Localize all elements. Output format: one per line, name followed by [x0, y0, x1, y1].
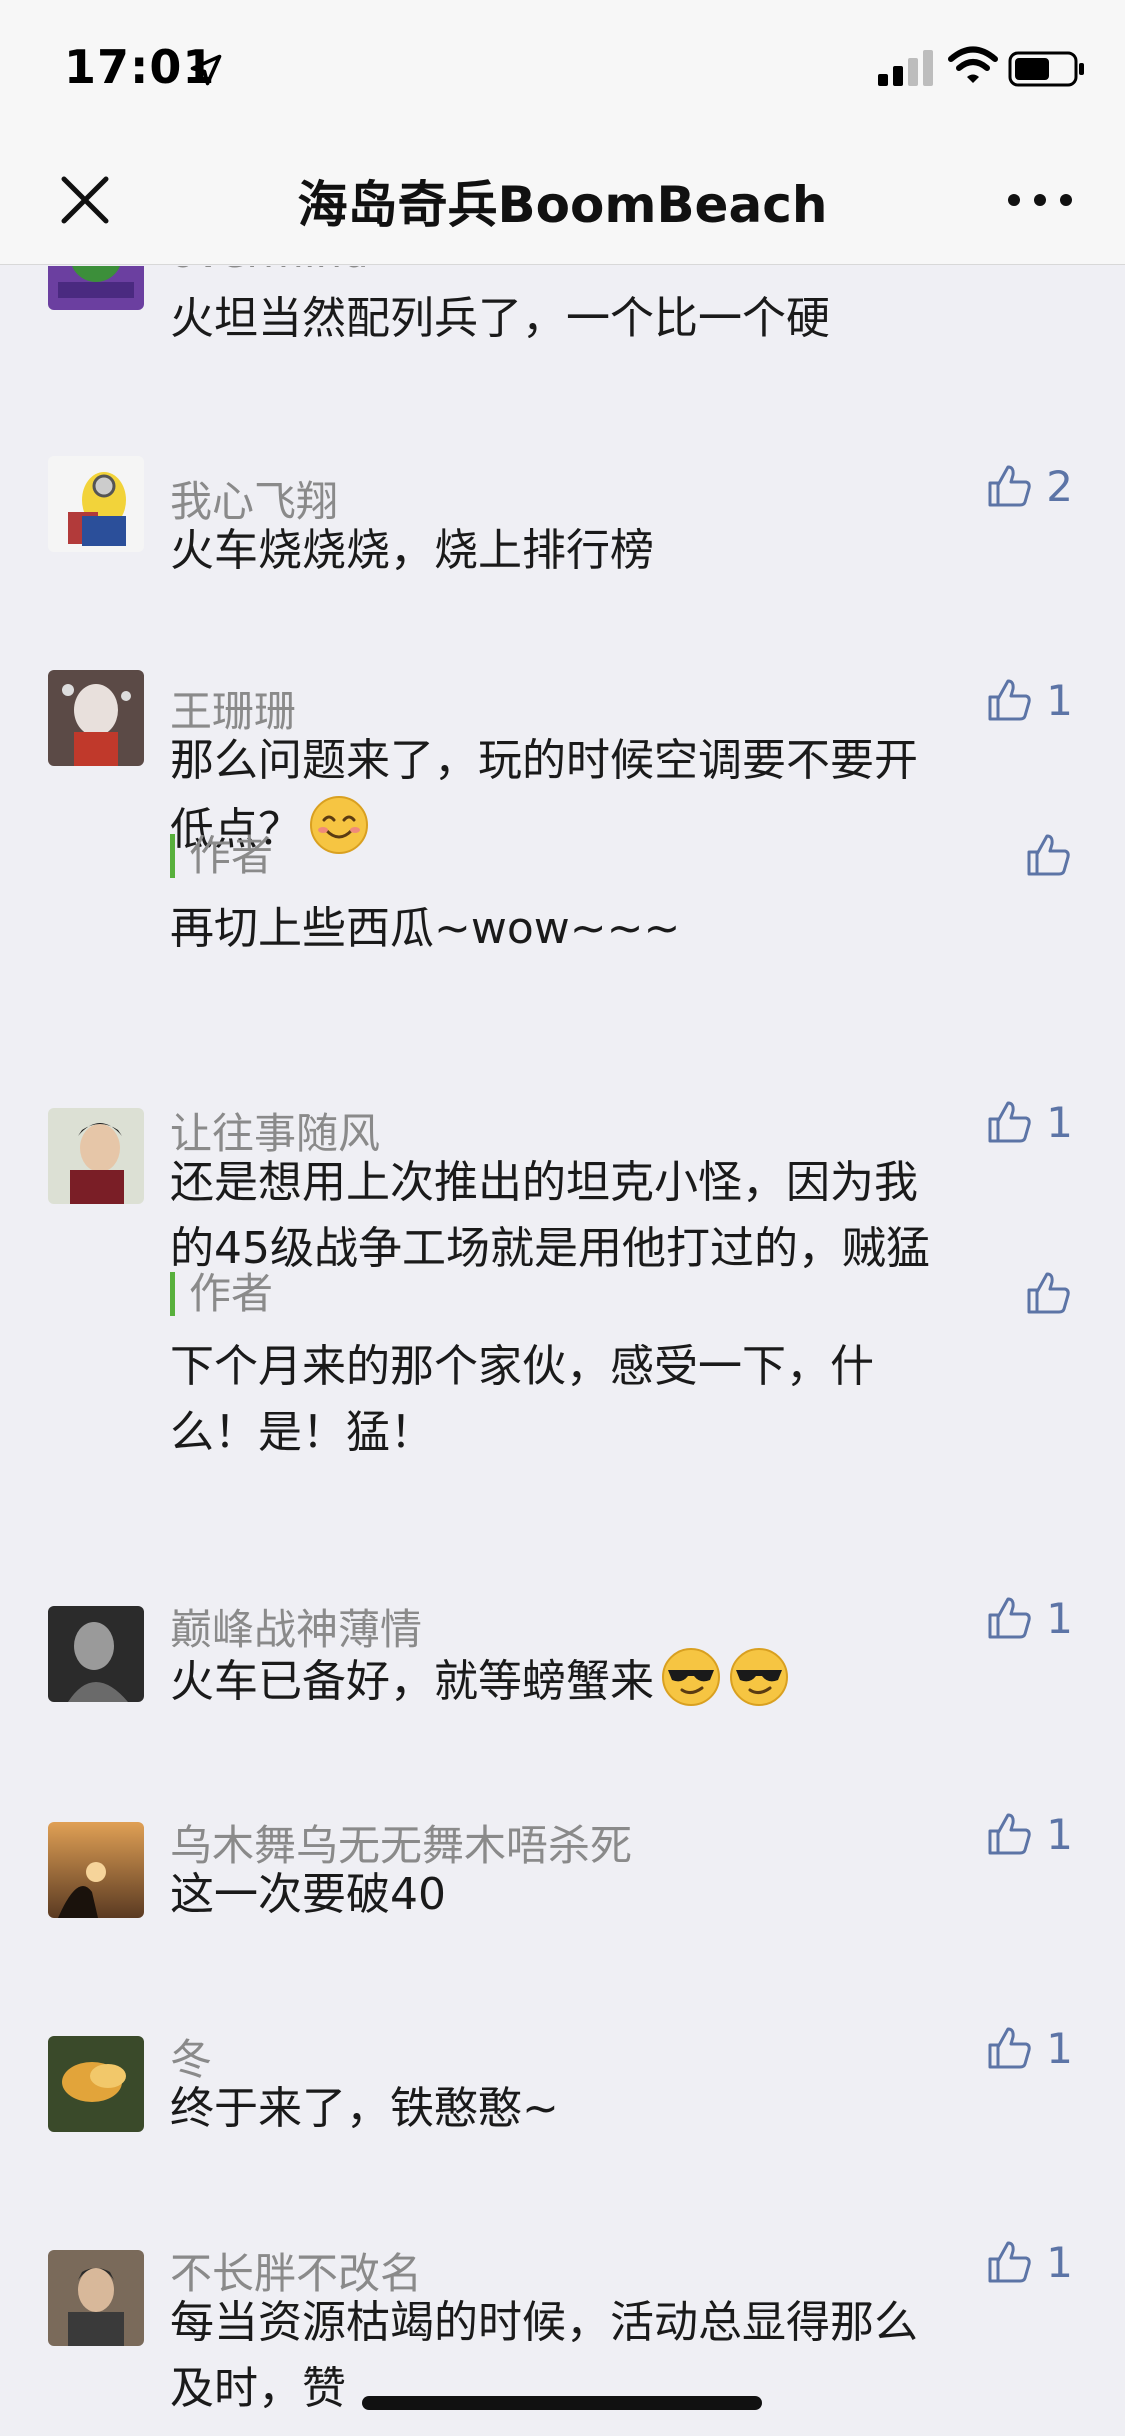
like-button[interactable]: 1 [984, 670, 1073, 730]
page-title: 海岛奇兵BoomBeach [297, 176, 828, 234]
comment-text: 火车已备好，就等螃蟹来 [170, 1646, 1050, 1715]
avatar[interactable] [48, 456, 144, 552]
like-count: 1 [1046, 1809, 1073, 1859]
avatar[interactable] [48, 266, 144, 310]
sunglasses-emoji [662, 1648, 720, 1706]
thumbs-up-icon[interactable] [1023, 1268, 1073, 1318]
comment-text: 终于来了，铁憨憨~ [170, 2083, 559, 2134]
comment-text-line: 还是想用上次推出的坦克小怪，因为我 [170, 1157, 918, 1208]
comment-text-line: 每当资源枯竭的时候，活动总显得那么 [170, 2297, 918, 2348]
like-button[interactable]: 2 [984, 266, 1073, 274]
comment-text: 火车烧烧烧，烧上排行榜 [170, 525, 654, 576]
comment-text-line: 及时，赞 [170, 2363, 346, 2414]
home-indicator[interactable] [362, 2396, 762, 2410]
like-count: 2 [1046, 461, 1073, 511]
like-button[interactable]: 1 [984, 1092, 1073, 1152]
like-count: 1 [1046, 2023, 1073, 2073]
like-count: 1 [1046, 1097, 1073, 1147]
status-bar: 17:01 [0, 0, 1125, 135]
thumbs-up-icon [984, 266, 1034, 269]
comment-text: 还是想用上次推出的坦克小怪，因为我 的45级战争工场就是用他打过的，贼猛 [170, 1150, 1050, 1282]
more-icon[interactable] [1000, 175, 1080, 225]
avatar[interactable] [48, 1108, 144, 1204]
battery-icon [1008, 51, 1084, 87]
cellular-signal-icon [878, 50, 933, 86]
thumbs-up-icon[interactable] [1023, 830, 1073, 880]
comment-nickname: overmind [170, 266, 369, 277]
comment-text-line: 的45级战争工场就是用他打过的，贼猛 [170, 1223, 930, 1274]
author-reply-line: 下个月来的那个家伙，感受一下，什 [170, 1341, 874, 1392]
thumbs-up-icon [988, 2241, 1031, 2283]
author-reply-text: 下个月来的那个家伙，感受一下，什 么！是！猛！ [170, 1334, 1050, 1466]
like-count: 1 [1046, 2237, 1073, 2287]
smiling-face-emoji [310, 796, 368, 854]
location-arrow-icon [190, 54, 222, 86]
avatar[interactable] [48, 2250, 144, 2346]
wifi-icon [948, 46, 998, 83]
thumbs-up-icon [988, 679, 1031, 721]
like-count: 2 [1046, 266, 1073, 269]
author-reply-label: 作者 [170, 834, 273, 878]
like-button[interactable]: 2 [984, 456, 1073, 516]
author-reply-text: 再切上些西瓜~wow~~~ [170, 903, 681, 954]
nav-bar: 海岛奇兵BoomBeach [0, 135, 1125, 265]
like-button[interactable]: 1 [984, 1588, 1073, 1648]
comment-list: overmind 2 火坦当然配列兵了，一个比一个硬 我心飞翔 2 火车烧烧烧，… [0, 266, 1125, 2436]
thumbs-up-icon [988, 1813, 1031, 1855]
like-button[interactable]: 1 [984, 1804, 1073, 1864]
thumbs-up-icon [988, 2027, 1031, 2069]
comment-text-line: 低点？ [170, 794, 1050, 863]
close-icon[interactable] [52, 167, 118, 233]
thumbs-up-icon [988, 1101, 1031, 1143]
thumbs-up-icon [988, 1597, 1031, 1639]
author-reply-label: 作者 [170, 1272, 273, 1316]
like-count: 1 [1046, 675, 1073, 725]
sunglasses-emoji [730, 1648, 788, 1706]
comment-text: 那么问题来了，玩的时候空调要不要开 低点？ [170, 728, 1050, 863]
like-count: 1 [1046, 1593, 1073, 1643]
like-button[interactable]: 1 [984, 2018, 1073, 2078]
author-reply-line: 么！是！猛！ [170, 1407, 434, 1458]
avatar[interactable] [48, 2036, 144, 2132]
thumbs-up-icon [988, 465, 1031, 507]
avatar[interactable] [48, 1606, 144, 1702]
comment-text: 这一次要破40 [170, 1869, 446, 1920]
comment-text-line: 那么问题来了，玩的时候空调要不要开 [170, 735, 918, 786]
avatar[interactable] [48, 670, 144, 766]
like-button[interactable]: 1 [984, 2232, 1073, 2292]
screen: 17:01 海岛奇兵BoomBeach 火坦当然配列兵了，一个比一个硬 我心飞翔… [0, 0, 1125, 2436]
comment-text: 火坦当然配列兵了，一个比一个硬 [170, 293, 830, 344]
avatar[interactable] [48, 1822, 144, 1918]
